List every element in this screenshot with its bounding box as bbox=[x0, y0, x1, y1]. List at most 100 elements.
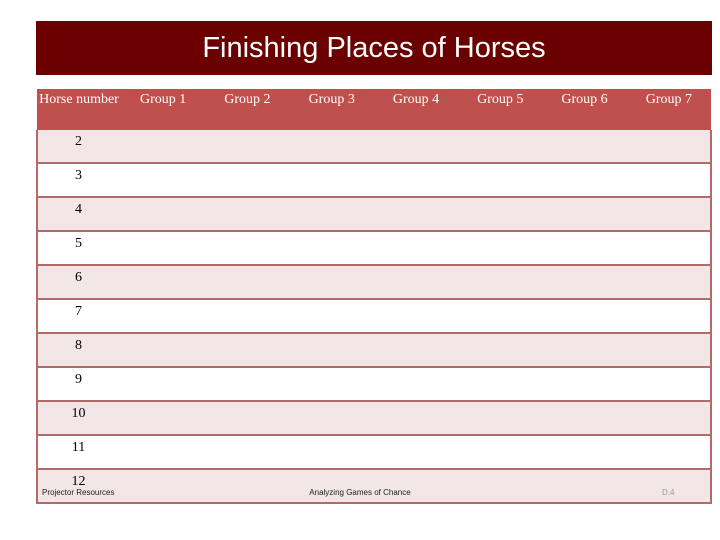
horse-number: 5 bbox=[75, 236, 82, 251]
group-3-cell[interactable] bbox=[289, 333, 374, 368]
group-3-cell[interactable] bbox=[289, 163, 374, 198]
group-5-cell[interactable] bbox=[458, 299, 543, 334]
group-1-cell[interactable] bbox=[121, 130, 206, 164]
group-2-cell[interactable] bbox=[205, 333, 290, 368]
group-7-cell[interactable] bbox=[626, 197, 713, 232]
table-row: 2 bbox=[36, 130, 713, 164]
group-1-cell[interactable] bbox=[121, 197, 206, 232]
horse-number-cell: 5 bbox=[36, 231, 121, 266]
group-2-cell[interactable] bbox=[205, 469, 290, 504]
group-4-cell[interactable] bbox=[373, 163, 459, 198]
group-1-cell[interactable] bbox=[121, 231, 206, 266]
group-2-cell[interactable] bbox=[205, 231, 290, 266]
group-5-cell[interactable] bbox=[458, 469, 543, 504]
horse-number: 9 bbox=[75, 372, 82, 387]
group-4-cell[interactable] bbox=[373, 130, 459, 164]
header-group-4: Group 4 bbox=[373, 89, 459, 130]
group-7-cell[interactable] bbox=[626, 367, 713, 402]
group-4-cell[interactable] bbox=[373, 299, 459, 334]
group-5-cell[interactable] bbox=[458, 130, 543, 164]
group-5-cell[interactable] bbox=[458, 435, 543, 470]
group-7-cell[interactable] bbox=[626, 435, 713, 470]
group-6-cell[interactable] bbox=[542, 265, 627, 300]
group-7-cell[interactable] bbox=[626, 299, 713, 334]
table-row: 5 bbox=[36, 231, 713, 266]
table-row: 6 bbox=[36, 265, 713, 300]
group-6-cell[interactable] bbox=[542, 231, 627, 266]
group-7-cell[interactable] bbox=[626, 265, 713, 300]
group-6-cell[interactable] bbox=[542, 163, 627, 198]
group-3-cell[interactable] bbox=[289, 367, 374, 402]
table-header-row: Horse number Group 1 Group 2 Group 3 Gro… bbox=[37, 89, 711, 130]
group-1-cell[interactable] bbox=[121, 367, 206, 402]
group-2-cell[interactable] bbox=[205, 265, 290, 300]
group-1-cell[interactable] bbox=[121, 163, 206, 198]
group-6-cell[interactable] bbox=[542, 333, 627, 368]
group-2-cell[interactable] bbox=[205, 401, 290, 436]
group-5-cell[interactable] bbox=[458, 333, 543, 368]
horse-number: 4 bbox=[75, 202, 82, 217]
group-7-cell[interactable] bbox=[626, 333, 713, 368]
group-5-cell[interactable] bbox=[458, 367, 543, 402]
group-4-cell[interactable] bbox=[373, 265, 459, 300]
group-3-cell[interactable] bbox=[289, 231, 374, 266]
group-1-cell[interactable] bbox=[121, 435, 206, 470]
group-7-cell[interactable] bbox=[626, 469, 713, 504]
group-3-cell[interactable] bbox=[289, 469, 374, 504]
group-7-cell[interactable] bbox=[626, 401, 713, 436]
header-group-7: Group 7 bbox=[626, 89, 711, 130]
group-3-cell[interactable] bbox=[289, 130, 374, 164]
group-2-cell[interactable] bbox=[205, 299, 290, 334]
group-6-cell[interactable] bbox=[542, 401, 627, 436]
group-2-cell[interactable] bbox=[205, 367, 290, 402]
group-3-cell[interactable] bbox=[289, 197, 374, 232]
group-7-cell[interactable] bbox=[626, 130, 713, 164]
header-horse-number: Horse number bbox=[37, 89, 121, 130]
horse-number-cell: 3 bbox=[36, 163, 121, 198]
group-2-cell[interactable] bbox=[205, 163, 290, 198]
horse-number-cell: 2 bbox=[36, 130, 121, 164]
group-2-cell[interactable] bbox=[205, 435, 290, 470]
group-5-cell[interactable] bbox=[458, 163, 543, 198]
group-6-cell[interactable] bbox=[542, 299, 627, 334]
group-4-cell[interactable] bbox=[373, 197, 459, 232]
group-6-cell[interactable] bbox=[542, 435, 627, 470]
group-6-cell[interactable] bbox=[542, 367, 627, 402]
horse-number: 10 bbox=[71, 406, 86, 421]
group-5-cell[interactable] bbox=[458, 197, 543, 232]
table-row: 9 bbox=[36, 367, 713, 402]
group-6-cell[interactable] bbox=[542, 197, 627, 232]
footer-title-text: Analyzing Games of Chance bbox=[309, 488, 411, 497]
horse-number-cell: 6 bbox=[36, 265, 121, 300]
group-4-cell[interactable] bbox=[373, 231, 459, 266]
horse-number: 3 bbox=[75, 168, 82, 183]
group-1-cell[interactable] bbox=[121, 299, 206, 334]
group-3-cell[interactable] bbox=[289, 265, 374, 300]
group-6-cell[interactable] bbox=[542, 469, 627, 504]
group-5-cell[interactable] bbox=[458, 265, 543, 300]
group-3-cell[interactable] bbox=[289, 435, 374, 470]
group-1-cell[interactable] bbox=[121, 265, 206, 300]
group-1-cell[interactable] bbox=[121, 469, 206, 504]
group-2-cell[interactable] bbox=[205, 130, 290, 164]
table-row: 11 bbox=[36, 435, 713, 470]
horse-number-cell: 8 bbox=[36, 333, 121, 368]
group-1-cell[interactable] bbox=[121, 401, 206, 436]
group-4-cell[interactable] bbox=[373, 333, 459, 368]
group-5-cell[interactable] bbox=[458, 401, 543, 436]
header-group-3: Group 3 bbox=[289, 89, 374, 130]
group-4-cell[interactable] bbox=[373, 435, 459, 470]
group-5-cell[interactable] bbox=[458, 231, 543, 266]
group-7-cell[interactable] bbox=[626, 231, 713, 266]
group-4-cell[interactable] bbox=[373, 469, 459, 504]
group-2-cell[interactable] bbox=[205, 197, 290, 232]
group-7-cell[interactable] bbox=[626, 163, 713, 198]
horse-number-cell: 11 bbox=[36, 435, 121, 470]
group-4-cell[interactable] bbox=[373, 367, 459, 402]
group-6-cell[interactable] bbox=[542, 130, 627, 164]
group-1-cell[interactable] bbox=[121, 333, 206, 368]
table-row: 7 bbox=[36, 299, 713, 334]
group-4-cell[interactable] bbox=[373, 401, 459, 436]
group-3-cell[interactable] bbox=[289, 401, 374, 436]
group-3-cell[interactable] bbox=[289, 299, 374, 334]
